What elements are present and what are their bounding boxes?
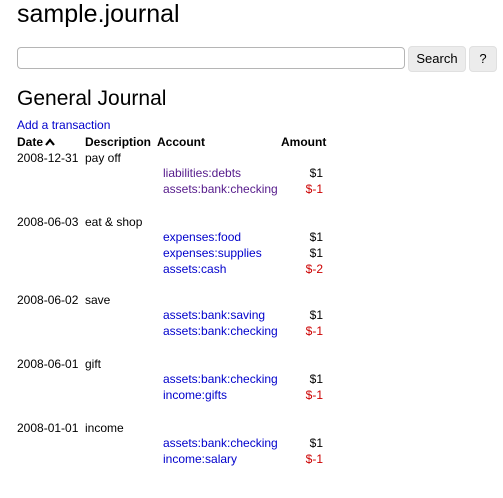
- column-header-amount: Amount: [281, 135, 327, 149]
- transaction-row: 2008-06-01 gift assets:bank:checking $1 inco…: [17, 357, 327, 404]
- account-link[interactable]: assets:bank:saving: [163, 308, 265, 322]
- posting-amount: $1: [309, 436, 323, 450]
- account-link[interactable]: liabilities:debts: [163, 166, 241, 180]
- add-transaction-link[interactable]: Add a transaction: [17, 118, 110, 132]
- posting-row: expenses:food $1: [163, 230, 323, 244]
- column-header-date-label: Date: [17, 135, 44, 149]
- posting-row: income:salary $-1: [163, 452, 323, 466]
- account-link[interactable]: expenses:supplies: [163, 246, 262, 260]
- account-link[interactable]: assets:bank:checking: [163, 436, 278, 450]
- account-link[interactable]: income:salary: [163, 452, 237, 466]
- transaction-date: 2008-01-01: [17, 421, 79, 435]
- posting-row: assets:cash $-2: [163, 262, 323, 276]
- posting-amount: $1: [309, 230, 323, 244]
- posting-amount: $1: [309, 308, 323, 322]
- page-heading: General Journal: [17, 87, 167, 110]
- caret-up-icon: [45, 137, 55, 149]
- transaction-row: 2008-06-02 save assets:bank:saving $1 assets…: [17, 293, 327, 340]
- transaction-date: 2008-06-03: [17, 215, 79, 229]
- posting-amount: $1: [309, 246, 323, 260]
- transaction-description: save: [85, 293, 111, 307]
- posting-amount: $-2: [305, 262, 323, 276]
- transaction-description: pay off: [85, 151, 121, 165]
- transaction-description: gift: [85, 357, 102, 371]
- search-bar: Search ?: [17, 46, 497, 72]
- posting-amount: $-1: [305, 388, 323, 402]
- posting-amount: $1: [309, 372, 323, 386]
- transaction-row: 2008-12-31 pay off liabilities:debts $1 asse…: [17, 151, 327, 198]
- posting-amount: $-1: [305, 324, 323, 338]
- posting-amount: $-1: [305, 452, 323, 466]
- posting-row: assets:bank:checking $-1: [163, 182, 323, 196]
- posting-row: assets:bank:checking $1: [163, 372, 323, 386]
- transaction-description: income: [85, 421, 124, 435]
- transaction-row: 2008-06-03 eat & shop expenses:food $1 expen…: [17, 215, 327, 278]
- posting-row: income:gifts $-1: [163, 388, 323, 402]
- help-button[interactable]: ?: [469, 46, 497, 72]
- column-header-account: Account: [157, 135, 205, 149]
- posting-row: expenses:supplies $1: [163, 246, 323, 260]
- account-link[interactable]: expenses:food: [163, 230, 241, 244]
- transaction-date: 2008-12-31: [17, 151, 79, 165]
- account-link[interactable]: assets:cash: [163, 262, 226, 276]
- account-link[interactable]: assets:bank:checking: [163, 372, 278, 386]
- posting-row: assets:bank:saving $1: [163, 308, 323, 322]
- search-input[interactable]: [17, 47, 405, 69]
- account-link[interactable]: assets:bank:checking: [163, 324, 278, 338]
- posting-row: assets:bank:checking $-1: [163, 324, 323, 338]
- posting-amount: $-1: [305, 182, 323, 196]
- search-button[interactable]: Search: [408, 46, 466, 72]
- account-link[interactable]: income:gifts: [163, 388, 227, 402]
- transaction-description: eat & shop: [85, 215, 143, 229]
- column-header-description: Description: [85, 135, 152, 149]
- transaction-row: 2008-01-01 income assets:bank:checking $1 in…: [17, 421, 327, 468]
- posting-amount: $1: [309, 166, 323, 180]
- account-link[interactable]: assets:bank:checking: [163, 182, 278, 196]
- posting-row: assets:bank:checking $1: [163, 436, 323, 450]
- transaction-date: 2008-06-01: [17, 357, 79, 371]
- transaction-date: 2008-06-02: [17, 293, 79, 307]
- posting-row: liabilities:debts $1: [163, 166, 323, 180]
- column-header-date[interactable]: Date: [17, 135, 55, 150]
- app-title: sample.journal: [17, 0, 180, 28]
